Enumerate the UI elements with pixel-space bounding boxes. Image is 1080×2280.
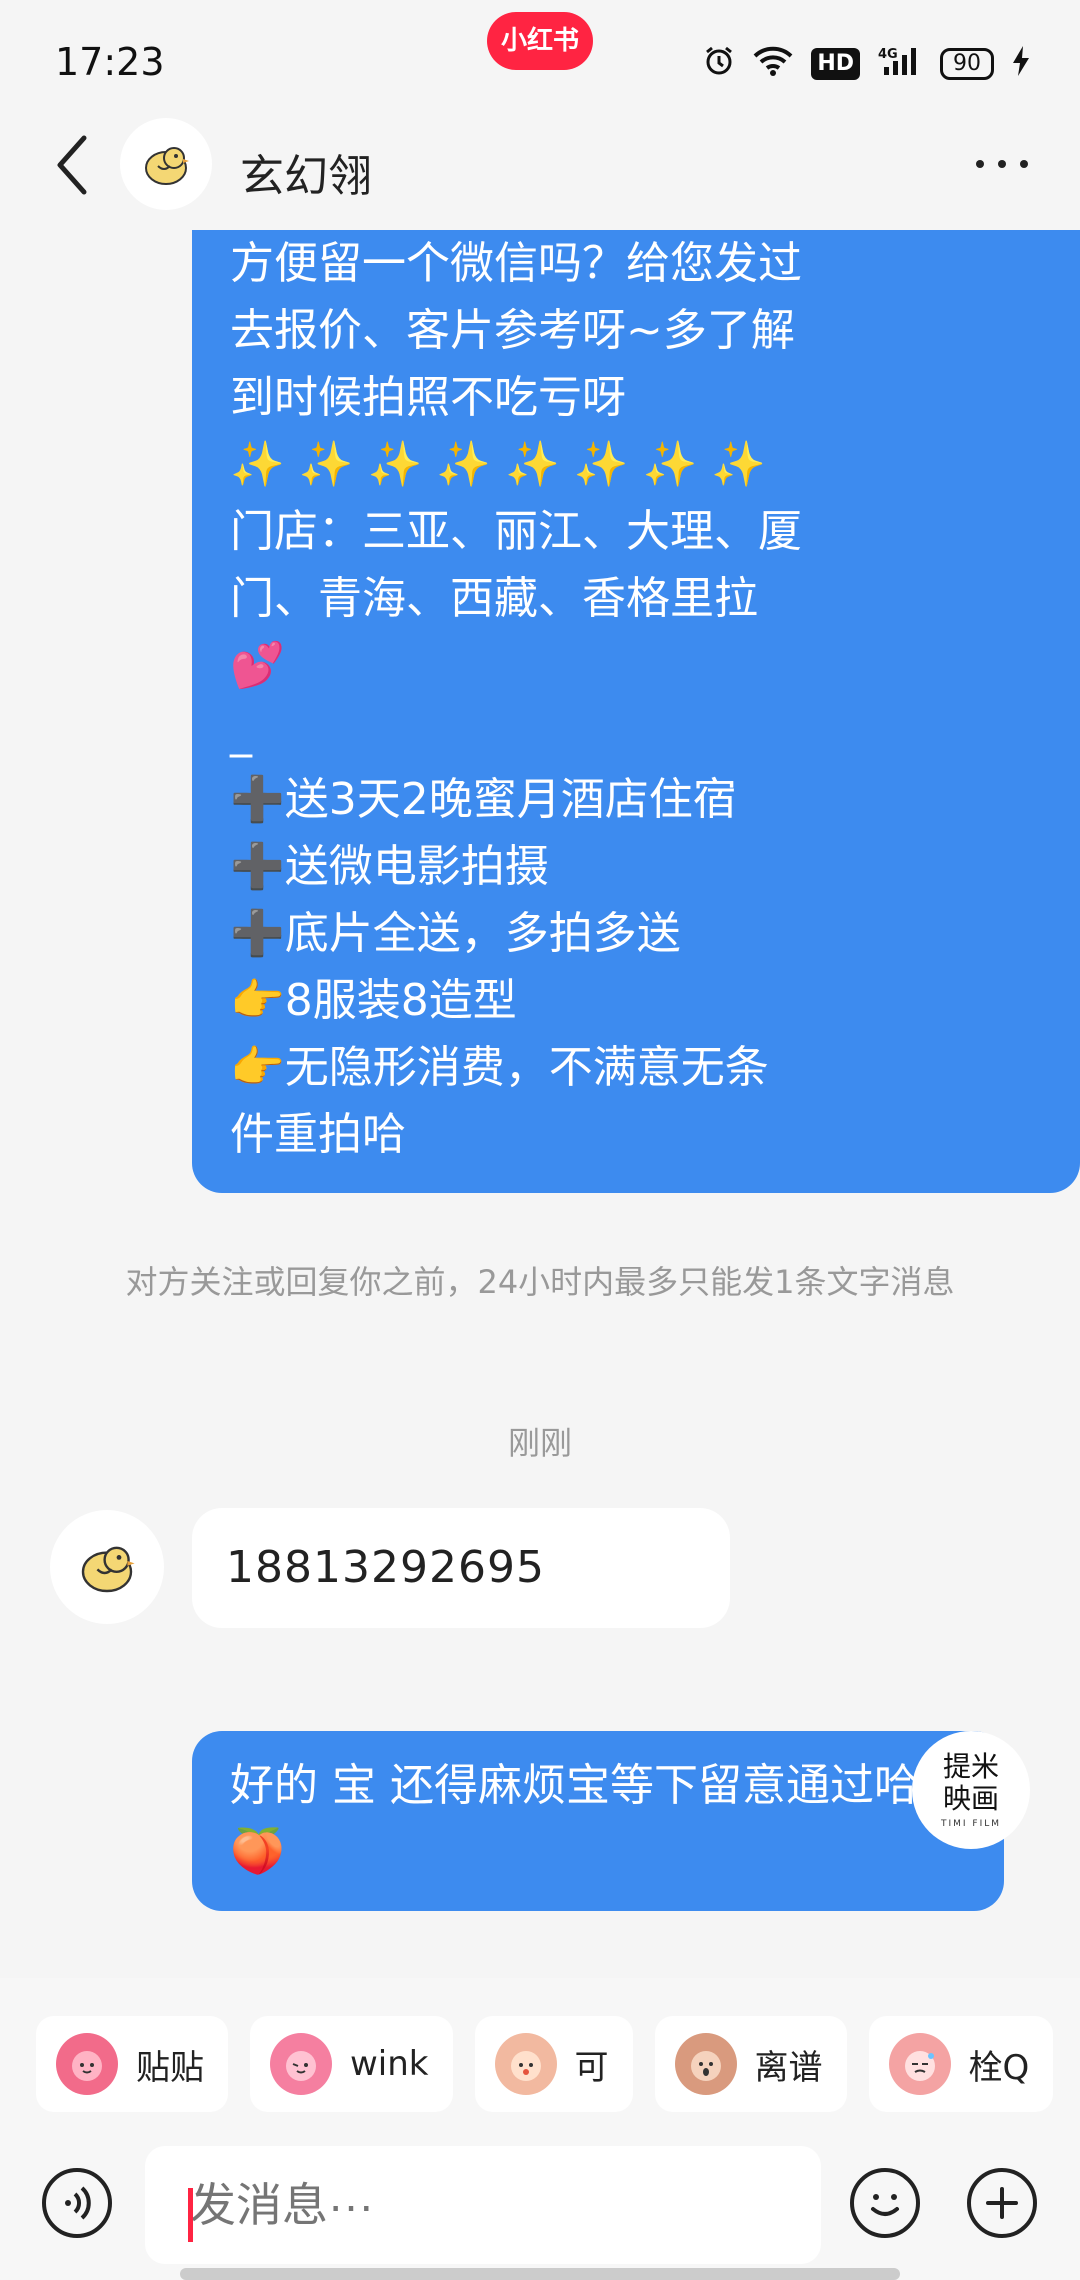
voice-button[interactable] (42, 2168, 112, 2238)
message-line: 💕 (230, 640, 285, 691)
wink-sticker-icon (270, 2033, 332, 2095)
system-notice: 对方关注或回复你之前，24小时内最多只能发1条文字消息 (125, 1263, 955, 1301)
quick-reply-chip[interactable]: 可 (474, 2016, 633, 2112)
message-line: ➕底片全送，多拍多送 (230, 908, 681, 959)
message-line: 门店：三亚、丽江、大理、厦 (230, 506, 802, 557)
message-line: ➕送微电影拍摄 (230, 841, 549, 892)
message-line: 去报价、客片参考呀~多了解 (230, 305, 795, 356)
quick-reply-chip[interactable]: 栓Q (868, 2016, 1054, 2112)
app-badge: 小红书 (487, 12, 593, 70)
hug-sticker-icon (56, 2033, 118, 2095)
thanks-sticker-icon (888, 2033, 951, 2095)
message-line: 到时候拍照不吃亏呀 (230, 372, 626, 423)
scroll-indicator (180, 2268, 900, 2280)
contact-name: 玄幻翎 (240, 151, 372, 202)
signal-icon: 4G (878, 45, 922, 84)
ok-sticker-icon (494, 2033, 557, 2095)
text-caret (188, 2188, 193, 2242)
quick-reply-chip[interactable]: 贴贴 (36, 2016, 228, 2112)
message-line: 方便留一个微信吗？给您发过 (230, 238, 802, 289)
quick-reply-row: 贴贴 wink 可 离谱 栓Q (36, 2016, 1054, 2112)
message-line: 门、青海、西藏、香格里拉 (230, 573, 758, 624)
charging-icon (1012, 45, 1030, 84)
message-line: 👉8服装8造型 (230, 975, 517, 1026)
battery-indicator: 90 (940, 48, 994, 80)
quick-reply-chip[interactable]: 离谱 (654, 2016, 847, 2112)
my-avatar[interactable]: 提米 映画 TIMI FILM (912, 1731, 1030, 1849)
message-line: _ (230, 707, 252, 758)
wifi-icon (753, 45, 793, 84)
status-icons: HD 4G 90 (703, 44, 1030, 84)
message-input[interactable] (145, 2146, 821, 2264)
quick-reply-label: wink (350, 2044, 429, 2084)
message-line: ➕送3天2晚蜜月酒店住宿 (230, 774, 737, 825)
status-time: 17:23 (55, 40, 165, 84)
smiley-icon (871, 2194, 899, 2216)
quick-reply-label: 栓Q (968, 2047, 1030, 2088)
emoji-button[interactable] (850, 2168, 920, 2238)
contact-avatar[interactable] (120, 118, 212, 210)
alarm-icon (703, 45, 735, 84)
more-dots-icon (976, 160, 1028, 168)
chick-icon (145, 147, 189, 185)
avatar-logo-line1: 提米 (942, 1750, 999, 1783)
message-line: 👉无隐形消费，不满意无条 (230, 1042, 769, 1093)
plus-icon (986, 2187, 1018, 2219)
more-actions-button[interactable] (967, 2168, 1037, 2238)
shocked-sticker-icon (674, 2033, 737, 2095)
chick-icon (81, 1546, 135, 1593)
more-button[interactable] (972, 144, 1032, 184)
message-line: 件重拍哈 (230, 1109, 406, 1160)
quick-reply-label: 贴贴 (136, 2047, 204, 2088)
quick-reply-chip[interactable]: wink (250, 2016, 453, 2112)
chevron-left-icon (57, 135, 87, 195)
svg-text:4G: 4G (878, 47, 898, 62)
chat-header: 玄幻翎 (0, 110, 1080, 220)
received-avatar[interactable] (50, 1510, 164, 1624)
message-timestamp: 刚刚 (507, 1424, 572, 1462)
input-row (0, 2138, 1080, 2268)
avatar-logo-sub: TIMI FILM (940, 1819, 1002, 1829)
sent-message-bubble[interactable]: 方便留一个微信吗？给您发过 去报价、客片参考呀~多了解 到时候拍照不吃亏呀 ✨ … (192, 230, 1080, 1193)
received-message-bubble[interactable]: 18813292695 (192, 1508, 730, 1628)
quick-reply-label: 离谱 (754, 2047, 823, 2088)
sent-message-bubble[interactable]: 好的 宝 还得麻烦宝等下留意通过哈🍑 (192, 1731, 1004, 1911)
back-button[interactable] (48, 130, 98, 200)
avatar-logo-line2: 映画 (942, 1782, 999, 1815)
composer-area: 贴贴 wink 可 离谱 栓Q (0, 1978, 1080, 2280)
hd-icon: HD (811, 48, 860, 80)
quick-reply-label: 可 (574, 2047, 609, 2088)
voice-icon (65, 2186, 91, 2220)
message-line: ✨ ✨ ✨ ✨ ✨ ✨ ✨ ✨ (230, 439, 767, 490)
